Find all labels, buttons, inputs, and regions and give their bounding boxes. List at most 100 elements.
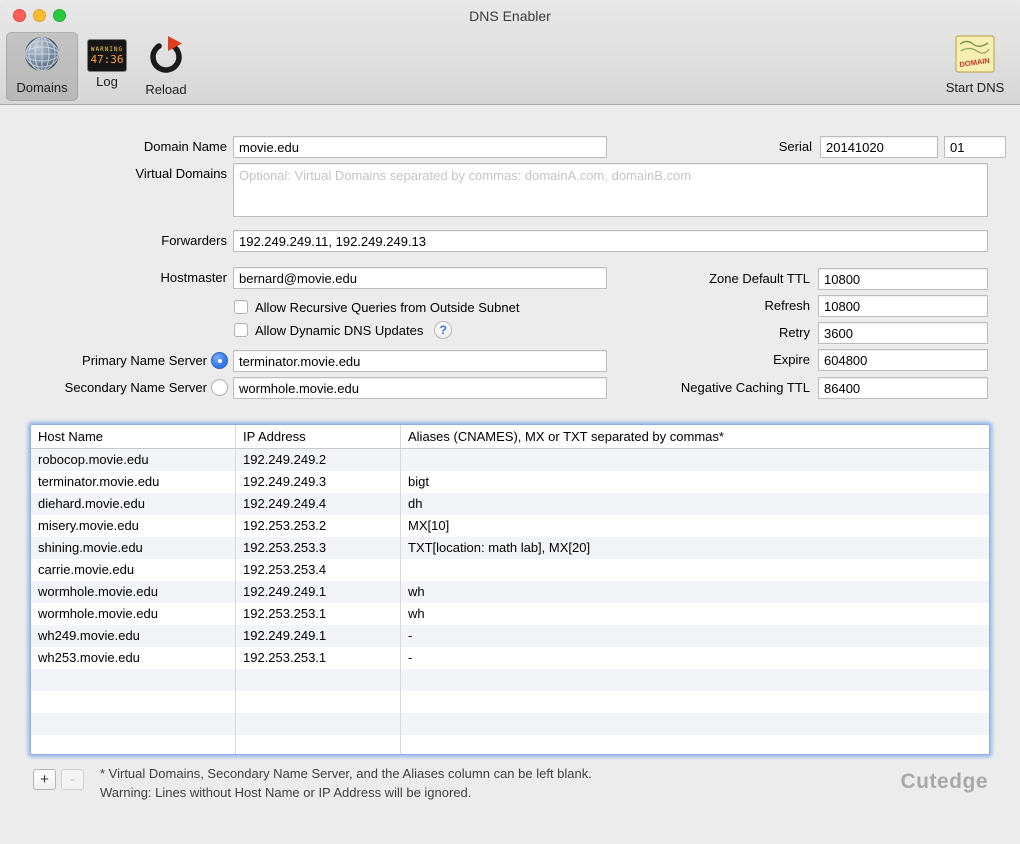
host-table-header: Host Name IP Address Aliases (CNAMES), M…	[31, 425, 989, 449]
table-cell	[401, 735, 989, 755]
table-cell: -	[401, 625, 989, 647]
toolbar-label-start-dns: Start DNS	[946, 80, 1005, 95]
table-cell: carrie.movie.edu	[31, 559, 236, 581]
table-cell: 192.253.253.1	[236, 603, 401, 625]
table-row[interactable]: shining.movie.edu192.253.253.3TXT[locati…	[31, 537, 989, 559]
log-icon-text-1: WARNING	[91, 46, 123, 53]
primary-name-server-label: Primary Name Server	[20, 350, 207, 372]
table-cell: 192.249.249.1	[236, 581, 401, 603]
domain-name-input[interactable]	[233, 136, 607, 158]
table-cell: 192.249.249.3	[236, 471, 401, 493]
cutedge-logo: Cutedge	[901, 770, 989, 794]
reload-icon	[146, 35, 186, 80]
secondary-name-server-input[interactable]	[233, 377, 607, 399]
allow-recursive-checkbox[interactable]	[234, 300, 248, 314]
allow-recursive-label: Allow Recursive Queries from Outside Sub…	[255, 300, 519, 315]
table-row[interactable]: terminator.movie.edu192.249.249.3bigt	[31, 471, 989, 493]
window-chrome: DNS Enabler	[0, 0, 1020, 105]
primary-name-server-input[interactable]	[233, 350, 607, 372]
virtual-domains-input[interactable]	[233, 163, 988, 217]
table-cell: 192.249.249.2	[236, 449, 401, 471]
negative-caching-ttl-input[interactable]	[818, 377, 988, 399]
table-row[interactable]: wh249.movie.edu192.249.249.1-	[31, 625, 989, 647]
table-cell: wh	[401, 603, 989, 625]
serial-label: Serial	[690, 136, 812, 158]
column-header-host-name[interactable]: Host Name	[31, 425, 236, 448]
expire-input[interactable]	[818, 349, 988, 371]
table-cell: dh	[401, 493, 989, 515]
log-warning-icon: WARNING 47:36	[87, 39, 127, 72]
expire-label: Expire	[640, 349, 810, 371]
table-cell: 192.249.249.4	[236, 493, 401, 515]
table-row[interactable]	[31, 713, 989, 735]
table-cell: shining.movie.edu	[31, 537, 236, 559]
primary-name-server-radio[interactable]	[211, 352, 228, 369]
table-row[interactable]: misery.movie.edu192.253.253.2MX[10]	[31, 515, 989, 537]
table-row[interactable]: wormhole.movie.edu192.249.249.1wh	[31, 581, 989, 603]
table-row[interactable]: robocop.movie.edu192.249.249.2	[31, 449, 989, 471]
table-cell	[236, 735, 401, 755]
table-cell: 192.249.249.1	[236, 625, 401, 647]
toolbar-item-start-dns[interactable]: DOMAIN Start DNS	[938, 32, 1012, 101]
column-header-ip-address[interactable]: IP Address	[236, 425, 401, 448]
table-cell	[31, 669, 236, 691]
toolbar-item-domains[interactable]: Domains	[6, 32, 78, 101]
zone-default-ttl-input[interactable]	[818, 268, 988, 290]
table-cell: 192.253.253.3	[236, 537, 401, 559]
help-button[interactable]: ?	[434, 321, 452, 339]
virtual-domains-label: Virtual Domains	[30, 163, 227, 185]
negative-caching-ttl-label: Negative Caching TTL	[640, 377, 810, 399]
hostmaster-input[interactable]	[233, 267, 607, 289]
table-cell: diehard.movie.edu	[31, 493, 236, 515]
start-dns-stamp-icon: DOMAIN	[955, 35, 995, 78]
secondary-name-server-label: Secondary Name Server	[20, 377, 207, 399]
table-row[interactable]	[31, 691, 989, 713]
host-table-rows: robocop.movie.edu192.249.249.2terminator…	[31, 449, 989, 755]
table-cell: wh253.movie.edu	[31, 647, 236, 669]
table-cell: wh	[401, 581, 989, 603]
globe-icon	[23, 35, 61, 78]
footnote-warning: Warning: Lines without Host Name or IP A…	[100, 785, 471, 800]
log-icon-text-2: 47:36	[90, 53, 123, 66]
table-row[interactable]: diehard.movie.edu192.249.249.4dh	[31, 493, 989, 515]
allow-dynamic-checkbox[interactable]	[234, 323, 248, 337]
table-row[interactable]	[31, 669, 989, 691]
toolbar-label-log: Log	[96, 74, 118, 89]
table-cell	[236, 713, 401, 735]
serial-suffix-input[interactable]	[944, 136, 1006, 158]
secondary-name-server-radio[interactable]	[211, 379, 228, 396]
table-row[interactable]: wh253.movie.edu192.253.253.1-	[31, 647, 989, 669]
retry-input[interactable]	[818, 322, 988, 344]
table-cell: robocop.movie.edu	[31, 449, 236, 471]
table-cell: MX[10]	[401, 515, 989, 537]
allow-dynamic-label: Allow Dynamic DNS Updates	[255, 323, 423, 338]
add-row-button[interactable]: +	[33, 769, 56, 790]
table-cell	[31, 735, 236, 755]
table-cell: 192.253.253.1	[236, 647, 401, 669]
window-title: DNS Enabler	[0, 8, 1020, 24]
serial-input[interactable]	[820, 136, 938, 158]
toolbar-item-log[interactable]: WARNING 47:36 Log	[84, 32, 130, 101]
forwarders-input[interactable]	[233, 230, 988, 252]
table-row[interactable]: wormhole.movie.edu192.253.253.1wh	[31, 603, 989, 625]
column-header-aliases[interactable]: Aliases (CNAMES), MX or TXT separated by…	[401, 425, 989, 448]
refresh-input[interactable]	[818, 295, 988, 317]
table-cell	[31, 713, 236, 735]
table-cell: 192.253.253.2	[236, 515, 401, 537]
remove-row-button[interactable]: -	[61, 769, 84, 790]
toolbar-item-reload[interactable]: Reload	[136, 32, 196, 101]
zone-default-ttl-label: Zone Default TTL	[640, 268, 810, 290]
table-cell: bigt	[401, 471, 989, 493]
hostmaster-label: Hostmaster	[30, 267, 227, 289]
table-cell: TXT[location: math lab], MX[20]	[401, 537, 989, 559]
footnote-blank-fields: * Virtual Domains, Secondary Name Server…	[100, 766, 592, 781]
table-cell	[401, 713, 989, 735]
forwarders-label: Forwarders	[30, 230, 227, 252]
table-cell: terminator.movie.edu	[31, 471, 236, 493]
refresh-label: Refresh	[640, 295, 810, 317]
table-row[interactable]: carrie.movie.edu192.253.253.4	[31, 559, 989, 581]
table-cell: misery.movie.edu	[31, 515, 236, 537]
table-cell: wormhole.movie.edu	[31, 581, 236, 603]
table-cell	[401, 691, 989, 713]
table-row[interactable]	[31, 735, 989, 755]
